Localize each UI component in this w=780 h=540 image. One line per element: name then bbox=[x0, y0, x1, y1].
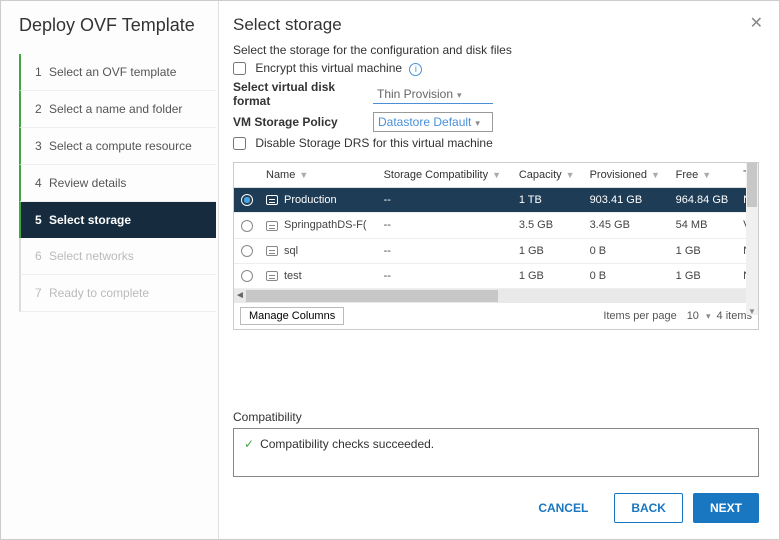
encrypt-row: Encrypt this virtual machine i bbox=[233, 61, 759, 76]
storage-policy-select[interactable]: Datastore Default▾ bbox=[373, 112, 493, 132]
scroll-down-icon[interactable]: ▼ bbox=[746, 307, 758, 316]
radio-select[interactable] bbox=[241, 270, 253, 282]
step-storage[interactable]: 5Select storage bbox=[19, 202, 216, 238]
encrypt-label: Encrypt this virtual machine bbox=[255, 61, 402, 75]
wizard-main: ✕ Select storage Select the storage for … bbox=[219, 1, 779, 539]
radio-select[interactable] bbox=[241, 194, 253, 206]
cancel-button[interactable]: CANCEL bbox=[522, 493, 604, 523]
table-row[interactable]: sql -- 1 GB 0 B 1 GB N bbox=[234, 238, 758, 263]
check-icon: ✓ bbox=[244, 437, 254, 451]
table-row[interactable]: SpringpathDS-F( -- 3.5 GB 3.45 GB 54 MB … bbox=[234, 213, 758, 238]
wizard-title: Deploy OVF Template bbox=[19, 15, 218, 36]
col-name[interactable]: Name▼ bbox=[260, 163, 378, 188]
col-capacity[interactable]: Capacity▼ bbox=[513, 163, 584, 188]
table-row[interactable]: Production -- 1 TB 903.41 GB 964.84 GB N bbox=[234, 188, 758, 213]
v-scroll-thumb[interactable] bbox=[747, 163, 757, 207]
datastore-icon bbox=[266, 271, 278, 281]
chevron-down-icon: ▾ bbox=[475, 118, 480, 128]
drs-row: Disable Storage DRS for this virtual mac… bbox=[233, 136, 759, 150]
col-free[interactable]: Free▼ bbox=[670, 163, 737, 188]
col-compat[interactable]: Storage Compatibility▼ bbox=[378, 163, 513, 188]
next-button[interactable]: NEXT bbox=[693, 493, 759, 523]
datastore-tbody: Production -- 1 TB 903.41 GB 964.84 GB N… bbox=[234, 188, 758, 288]
datastore-icon bbox=[266, 221, 278, 231]
drs-checkbox[interactable] bbox=[233, 137, 246, 150]
filter-icon[interactable]: ▼ bbox=[299, 170, 308, 180]
wizard-sidebar: Deploy OVF Template 1Select an OVF templ… bbox=[1, 1, 219, 539]
disk-format-row: Select virtual disk format Thin Provisio… bbox=[233, 80, 759, 108]
scroll-left-icon[interactable]: ◄ bbox=[234, 289, 246, 303]
step-review[interactable]: 4Review details bbox=[19, 165, 216, 202]
chevron-down-icon: ▾ bbox=[706, 311, 711, 321]
encrypt-checkbox[interactable] bbox=[233, 62, 246, 75]
filter-icon[interactable]: ▼ bbox=[492, 170, 501, 180]
datastore-table-wrap: Name▼ Storage Compatibility▼ Capacity▼ P… bbox=[233, 162, 759, 329]
wizard-steps: 1Select an OVF template 2Select a name a… bbox=[19, 54, 218, 312]
storage-policy-row: VM Storage Policy Datastore Default▾ bbox=[233, 112, 759, 132]
back-button[interactable]: BACK bbox=[614, 493, 683, 523]
step-complete: 7Ready to complete bbox=[19, 275, 216, 312]
radio-select[interactable] bbox=[241, 245, 253, 257]
table-header-row: Name▼ Storage Compatibility▼ Capacity▼ P… bbox=[234, 163, 758, 188]
h-scroll-thumb[interactable] bbox=[246, 290, 498, 302]
storage-policy-label: VM Storage Policy bbox=[233, 115, 373, 129]
v-scrollbar[interactable]: ▲ ▼ bbox=[746, 163, 758, 314]
close-icon[interactable]: ✕ bbox=[750, 13, 763, 33]
wizard-footer: CANCEL BACK NEXT bbox=[233, 477, 759, 523]
page-title: Select storage bbox=[233, 15, 759, 35]
page-desc: Select the storage for the configuration… bbox=[233, 43, 759, 57]
items-per-page-select[interactable]: 10 ▾ bbox=[687, 310, 711, 322]
datastore-table: Name▼ Storage Compatibility▼ Capacity▼ P… bbox=[234, 163, 758, 288]
chevron-down-icon: ▾ bbox=[457, 90, 462, 100]
filter-icon[interactable]: ▼ bbox=[702, 170, 711, 180]
step-name-folder[interactable]: 2Select a name and folder bbox=[19, 91, 216, 128]
table-row[interactable]: test -- 1 GB 0 B 1 GB N bbox=[234, 263, 758, 288]
items-per-page-label: Items per page bbox=[603, 310, 676, 322]
step-compute[interactable]: 3Select a compute resource bbox=[19, 128, 216, 165]
h-scrollbar[interactable]: ◄ ► bbox=[234, 289, 758, 303]
drs-label: Disable Storage DRS for this virtual mac… bbox=[255, 136, 492, 150]
disk-format-select[interactable]: Thin Provision▾ bbox=[373, 85, 493, 104]
col-select bbox=[234, 163, 260, 188]
compat-label: Compatibility bbox=[233, 410, 759, 424]
disk-format-label: Select virtual disk format bbox=[233, 80, 373, 108]
ovf-wizard-dialog: Deploy OVF Template 1Select an OVF templ… bbox=[0, 0, 780, 540]
compat-message: Compatibility checks succeeded. bbox=[260, 437, 434, 451]
step-select-ovf[interactable]: 1Select an OVF template bbox=[19, 54, 216, 91]
radio-select[interactable] bbox=[241, 220, 253, 232]
filter-icon[interactable]: ▼ bbox=[651, 170, 660, 180]
compat-box: ✓ Compatibility checks succeeded. bbox=[233, 428, 759, 477]
manage-columns-button[interactable]: Manage Columns bbox=[240, 307, 344, 325]
datastore-icon bbox=[266, 195, 278, 205]
datastore-icon bbox=[266, 246, 278, 256]
filter-icon[interactable]: ▼ bbox=[566, 170, 575, 180]
info-icon[interactable]: i bbox=[409, 63, 422, 76]
step-networks: 6Select networks bbox=[19, 238, 216, 275]
table-footer: Manage Columns Items per page 10 ▾ 4 ite… bbox=[234, 303, 758, 329]
col-provisioned[interactable]: Provisioned▼ bbox=[584, 163, 670, 188]
